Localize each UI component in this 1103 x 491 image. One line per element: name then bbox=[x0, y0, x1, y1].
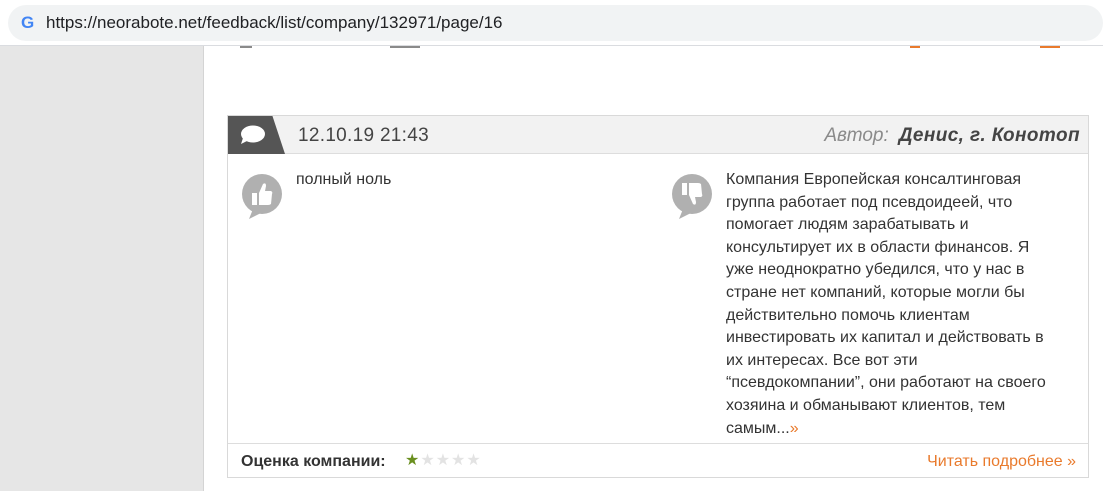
cons-line: хозяина и обманывают клиентов, тем bbox=[726, 396, 1006, 414]
author-label: Автор: bbox=[824, 125, 889, 146]
cons-line: самым... bbox=[726, 419, 790, 437]
cons-line: группа работает под псевдоидеей, что bbox=[726, 193, 1013, 211]
cons-line: “псевдокомпании”, они работают на своего bbox=[726, 374, 1046, 392]
author-name: Денис, г. Конотоп bbox=[898, 125, 1080, 146]
review-date: 12.10.19 21:43 bbox=[298, 125, 429, 146]
cons-line: консультирует их в области финансов. Я bbox=[726, 238, 1030, 256]
comment-bubble-icon bbox=[241, 125, 265, 144]
cons-line: уже неоднократно убедился, что у нас в bbox=[726, 261, 1025, 279]
thumbs-down-icon bbox=[672, 174, 712, 219]
cons-line: Компания Европейская консалтинговая bbox=[726, 171, 1022, 188]
review-card: 12.10.19 21:43 Автор: Денис, г. Конотоп п… bbox=[227, 115, 1089, 478]
review-header: 12.10.19 21:43 Автор: Денис, г. Конотоп bbox=[228, 116, 1088, 154]
review-author: Автор: Денис, г. Конотоп bbox=[824, 125, 1080, 147]
star-empty-icon: ★ bbox=[466, 452, 481, 469]
cons-line: инвестировать их капитал и действовать в bbox=[726, 329, 1044, 347]
address-bar[interactable]: G https://neorabote.net/feedback/list/co… bbox=[8, 5, 1103, 41]
star-empty-icon: ★ bbox=[420, 452, 435, 469]
cons-last-line: самым...» bbox=[726, 418, 1066, 441]
comment-tab bbox=[228, 116, 285, 154]
cons-line: их интересах. Все вот эти bbox=[726, 351, 918, 369]
review-pros: полный ноль bbox=[296, 171, 392, 188]
url-text[interactable]: https://neorabote.net/feedback/list/comp… bbox=[46, 13, 503, 33]
read-more-link[interactable]: Читать подробнее » bbox=[927, 453, 1076, 471]
star-empty-icon: ★ bbox=[435, 452, 451, 469]
previous-review-cutoff bbox=[240, 46, 1060, 49]
thumbs-up-icon bbox=[242, 174, 282, 219]
rating-label: Оценка компании: bbox=[241, 453, 386, 470]
cons-line: помогает людям зарабатывать и bbox=[726, 216, 969, 234]
star-empty-icon: ★ bbox=[451, 452, 466, 469]
review-footer: Оценка компании: ★ ★ ★ ★ ★ Читать подробнее … bbox=[228, 443, 1088, 477]
review-cons: Компания Европейская консалтинговая груп… bbox=[726, 169, 1066, 440]
cons-line: стране нет компаний, которые могли бы bbox=[726, 283, 1025, 301]
cons-more-link[interactable]: » bbox=[790, 420, 799, 437]
rating-stars: ★ ★ ★ ★ ★ bbox=[405, 453, 482, 469]
google-icon: G bbox=[21, 13, 35, 32]
left-gutter bbox=[0, 46, 204, 491]
cons-line: действительно помочь клиентам bbox=[726, 306, 970, 324]
star-filled-icon: ★ bbox=[405, 452, 420, 469]
